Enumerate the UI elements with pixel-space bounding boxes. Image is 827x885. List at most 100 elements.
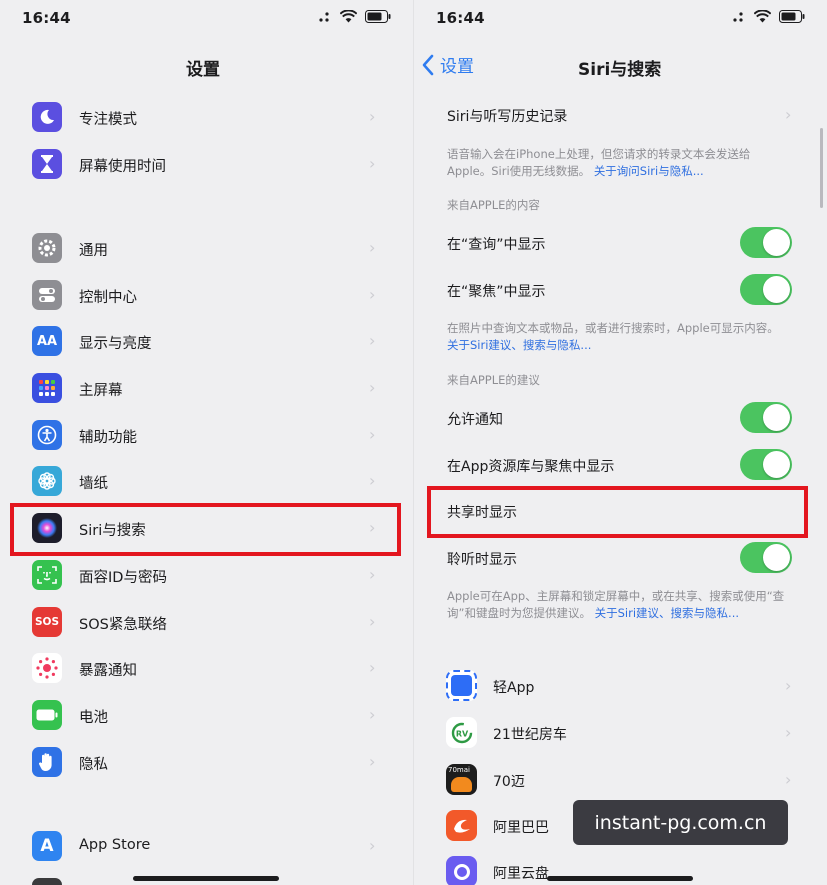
home-indicator	[547, 876, 693, 881]
hand-icon	[32, 747, 62, 777]
row-label: 在“查询”中显示	[447, 237, 546, 253]
highlight-box	[427, 486, 808, 538]
wallet-icon	[32, 878, 62, 885]
text-size-icon: AA	[32, 326, 62, 356]
chevron-right-icon: ›	[369, 612, 376, 631]
flower-icon	[32, 466, 62, 496]
settings-item-label: 辅助功能	[79, 430, 137, 446]
chevron-right-icon: ›	[785, 723, 792, 742]
accessibility-icon	[32, 420, 62, 450]
siri-search-panel: 16:44 设置 Siri与搜索 Siri与听写历史记录 › 语音输入会在iPh…	[414, 0, 827, 885]
chevron-right-icon: ›	[785, 770, 792, 789]
home-indicator	[133, 876, 279, 881]
note-lookup: 在照片中查询文本或物品，或者进行搜索时，Apple可显示内容。 关于Siri建议…	[447, 321, 779, 352]
chevron-right-icon: ›	[785, 105, 792, 124]
app-label: 轻App	[493, 680, 535, 696]
wifi-icon	[754, 10, 771, 23]
toggle-switch[interactable]	[740, 227, 792, 258]
chevron-right-icon: ›	[369, 658, 376, 677]
settings-item-label: 通用	[79, 243, 108, 259]
back-label: 设置	[440, 57, 474, 77]
row-label: 聆听时显示	[447, 552, 517, 568]
chevron-right-icon: ›	[369, 238, 376, 257]
chevron-right-icon: ›	[369, 836, 376, 855]
chevron-right-icon: ›	[369, 705, 376, 724]
status-time: 16:44	[22, 9, 71, 27]
chevron-right-icon: ›	[369, 378, 376, 397]
chevron-right-icon: ›	[369, 752, 376, 771]
alibaba-icon	[446, 810, 477, 841]
face-id-icon	[32, 560, 62, 590]
chevron-right-icon: ›	[369, 565, 376, 584]
app-store-icon: A	[32, 831, 62, 861]
switches-icon	[32, 280, 62, 310]
note-dictation: 语音输入会在iPhone上处理，但您请求的转录文本会发送给Apple。Siri使…	[447, 147, 751, 178]
app-label: 阿里巴巴	[493, 820, 549, 836]
settings-item-label: 暴露通知	[79, 663, 137, 679]
section-header-suggestions: 来自APPLE的建议	[447, 373, 540, 387]
gear-icon	[32, 233, 62, 263]
settings-item-label: 主屏幕	[79, 383, 123, 399]
grid-icon	[32, 373, 62, 403]
page-title: 设置	[186, 60, 220, 80]
svg-text:RV: RV	[455, 729, 468, 738]
app-label: 70迈	[493, 774, 525, 790]
page-title: Siri与搜索	[578, 60, 662, 80]
row-label: Siri与听写历史记录	[447, 109, 568, 125]
chevron-right-icon: ›	[369, 331, 376, 350]
status-time: 16:44	[436, 9, 485, 27]
chevron-right-icon: ›	[369, 154, 376, 173]
row-label: 允许通知	[447, 412, 503, 428]
chevron-left-icon	[422, 54, 434, 75]
settings-item-label: 墙纸	[79, 476, 108, 492]
settings-item-label: SOS紧急联络	[79, 617, 167, 633]
status-icons	[732, 10, 805, 23]
chevron-right-icon: ›	[369, 471, 376, 490]
rv21-icon: RV	[446, 717, 477, 748]
app-label: 21世纪房车	[493, 727, 567, 743]
row-label: 在“聚焦”中显示	[447, 284, 546, 300]
70mai-icon: 70mai	[446, 764, 477, 795]
section-header-content: 来自APPLE的内容	[447, 198, 540, 212]
settings-item-label: 控制中心	[79, 290, 137, 306]
aliyun-drive-icon	[446, 856, 477, 885]
toggle-switch[interactable]	[740, 542, 792, 573]
settings-item-label: 面容ID与密码	[79, 570, 167, 586]
back-button[interactable]: 设置	[422, 52, 474, 77]
settings-item-label: 屏幕使用时间	[79, 159, 166, 175]
moon-icon	[32, 102, 62, 132]
settings-item-label: 显示与亮度	[79, 336, 152, 352]
toggle-switch[interactable]	[740, 449, 792, 480]
battery-status-icon	[779, 10, 805, 23]
settings-item-label: 电池	[79, 710, 108, 726]
wifi-icon	[340, 10, 357, 23]
row-label: 在App资源库与聚焦中显示	[447, 459, 615, 475]
battery-icon	[32, 700, 62, 730]
toggle-switch[interactable]	[740, 402, 792, 433]
privacy-link[interactable]: 关于询问Siri与隐私...	[594, 164, 704, 178]
highlight-box	[10, 503, 401, 556]
chevron-right-icon: ›	[369, 285, 376, 304]
toggle-switch[interactable]	[740, 274, 792, 305]
chevron-right-icon: ›	[369, 107, 376, 126]
settings-item-label: 隐私	[79, 757, 108, 773]
privacy-link[interactable]: 关于Siri建议、搜索与隐私...	[595, 606, 739, 620]
signal-icon	[319, 11, 329, 22]
settings-panel: 16:44 设置 专注模式 › 屏幕使用时间 › 通用 › 控制中心 › AA …	[0, 0, 413, 885]
scroll-indicator	[820, 128, 823, 208]
watermark: instant-pg.com.cn	[573, 800, 788, 845]
status-icons	[318, 10, 391, 23]
settings-item-label: App Store	[79, 837, 151, 853]
battery-status-icon	[365, 10, 391, 23]
chevron-right-icon: ›	[785, 676, 792, 695]
signal-icon	[733, 11, 743, 22]
light-app-icon	[446, 670, 477, 701]
app-label: 阿里云盘	[493, 866, 549, 882]
exposure-icon	[32, 653, 62, 683]
chevron-right-icon: ›	[369, 425, 376, 444]
privacy-link[interactable]: 关于Siri建议、搜索与隐私...	[447, 338, 591, 352]
sos-icon: SOS	[32, 607, 62, 637]
hourglass-icon	[32, 149, 62, 179]
settings-item-label: 专注模式	[79, 112, 137, 128]
note-suggestions: Apple可在App、主屏幕和锁定屏幕中，或在共享、搜索或使用“查询”和键盘时为…	[447, 589, 785, 620]
